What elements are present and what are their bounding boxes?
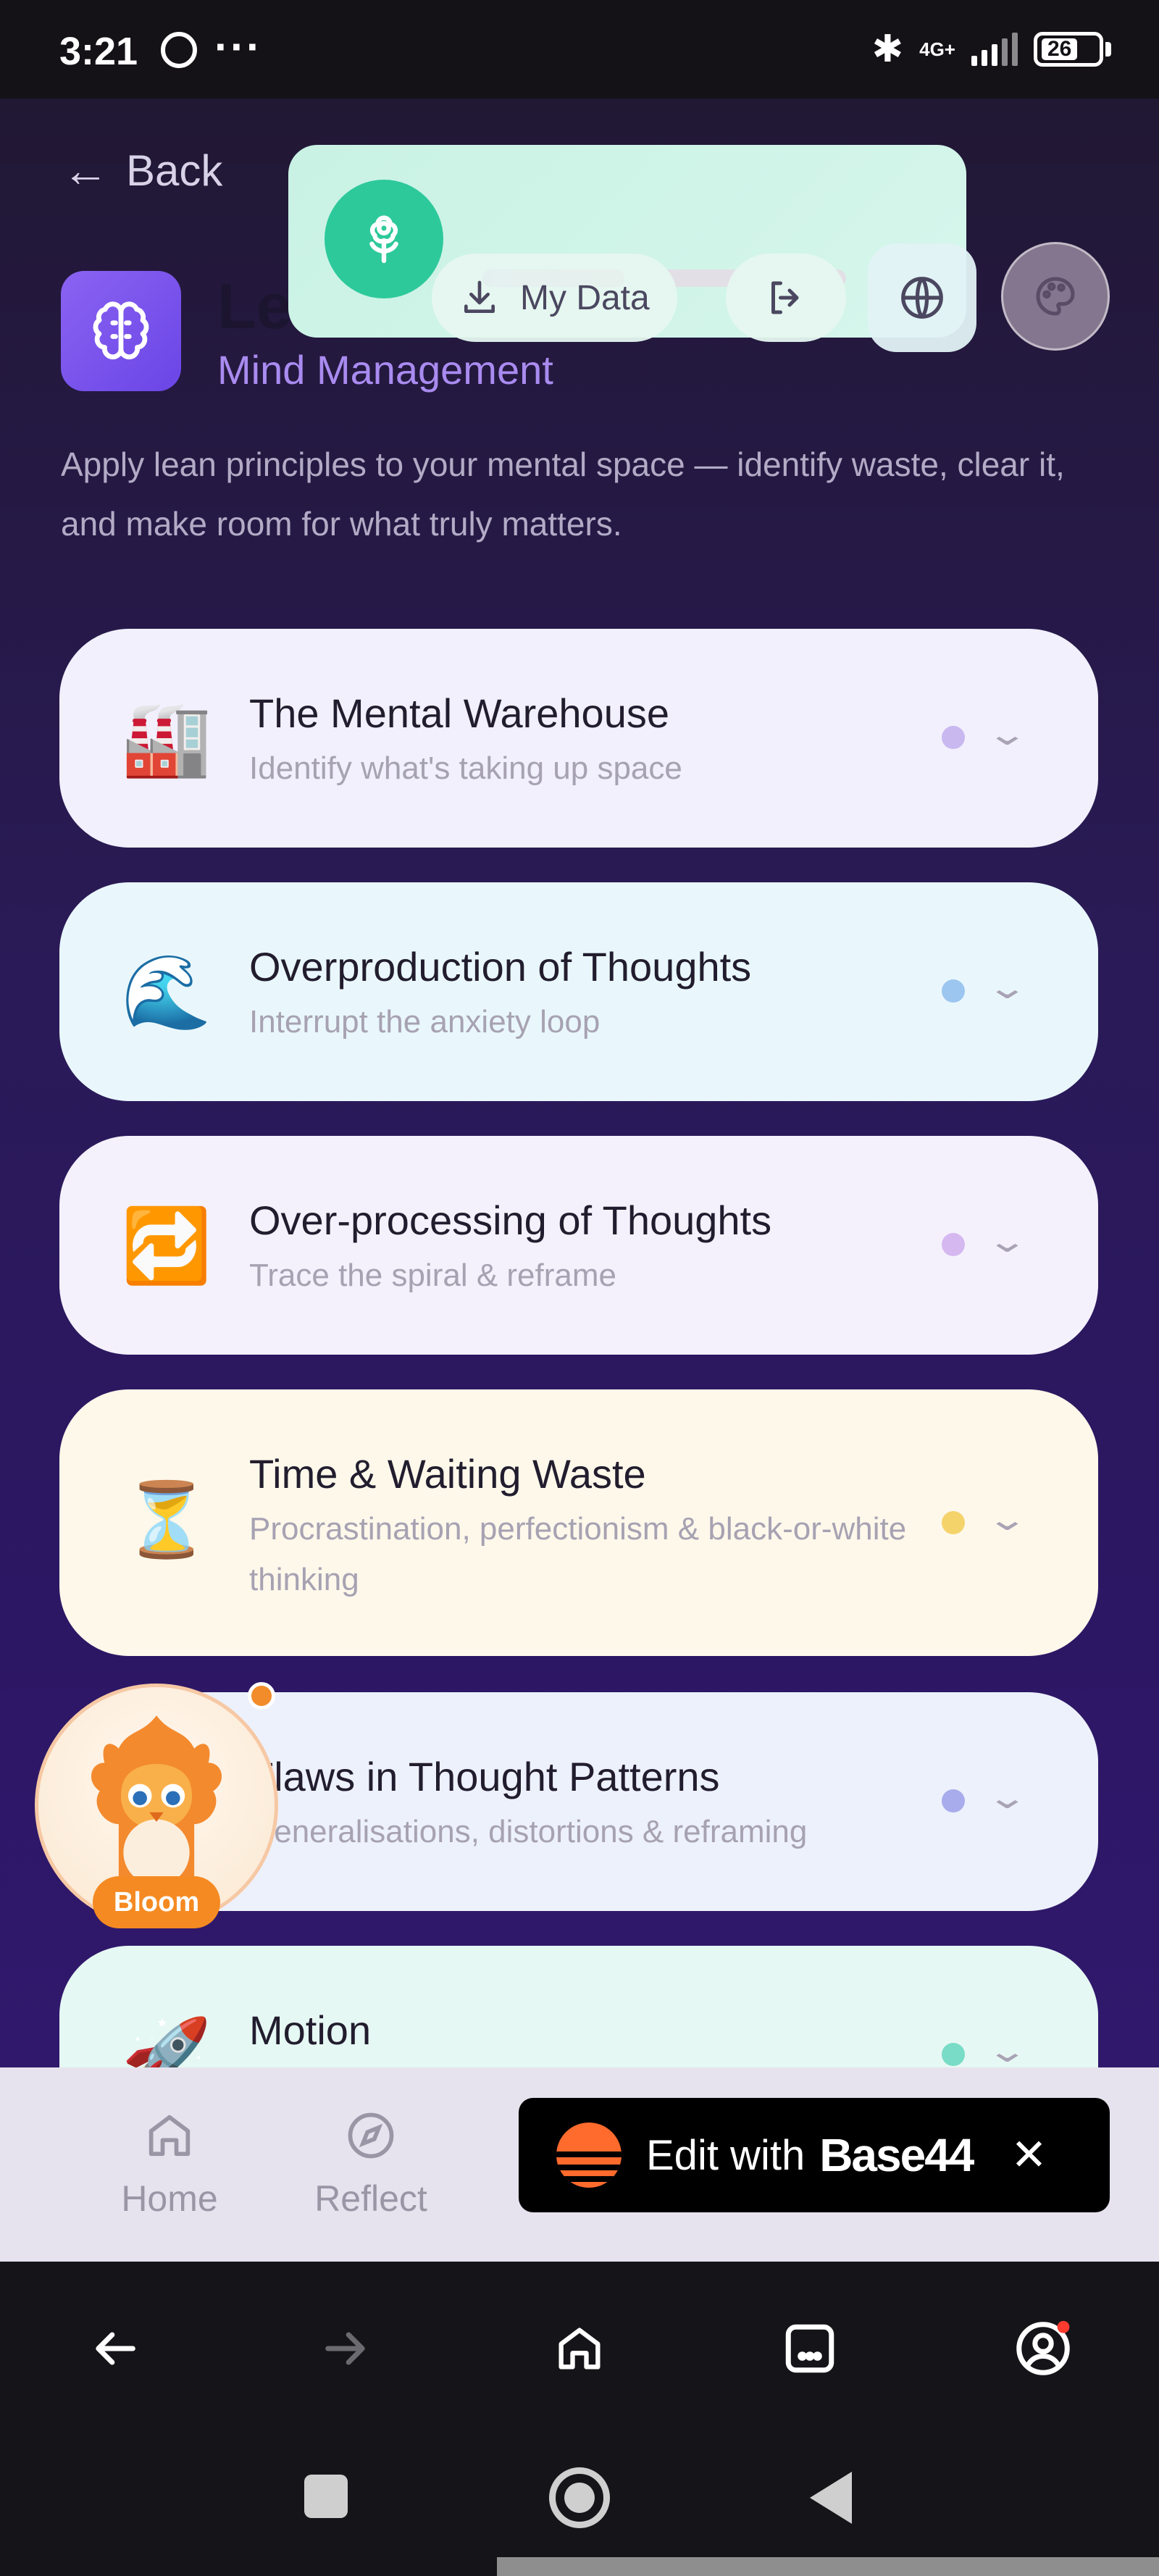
module-title: Over-processing of Thoughts: [249, 1197, 772, 1243]
whatsapp-icon: [161, 32, 197, 68]
back-arrow-icon: ←: [62, 144, 109, 196]
notification-dot: [248, 1682, 275, 1710]
mascot-label: Bloom: [93, 1876, 220, 1928]
module-title: Overproduction of Thoughts: [249, 944, 752, 990]
close-icon[interactable]: ✕: [1011, 2130, 1047, 2180]
nav-home[interactable]: Home: [90, 2108, 249, 2220]
browser-toolbar: [0, 2262, 1159, 2435]
system-back-icon[interactable]: [810, 2472, 852, 2524]
module-title: Motion: [249, 2007, 372, 2053]
chevron-down-icon[interactable]: ⌄: [986, 1223, 1029, 1260]
app-page: ← Back Le Mind Management Apply lean pri…: [0, 99, 1159, 2262]
base44-brand: Base44: [819, 2129, 974, 2181]
module-emoji-icon: 🔁: [121, 1205, 212, 1287]
back-arrow-icon[interactable]: [78, 2312, 151, 2385]
home-icon: [148, 2115, 191, 2157]
back-label: Back: [126, 146, 223, 195]
my-data-label: My Data: [520, 278, 650, 317]
module-card[interactable]: 🏭 The Mental Warehouse Identify what's tak…: [59, 629, 1098, 848]
module-status-dot: [942, 1789, 965, 1812]
module-subtitle: Procrastination, perfectionism & black-o…: [249, 1511, 907, 1597]
recents-icon[interactable]: [304, 2475, 348, 2518]
module-card[interactable]: 🌊 Overproduction of Thoughts Interrupt the…: [59, 882, 1098, 1101]
home-icon[interactable]: [543, 2312, 616, 2385]
module-status-dot: [942, 2043, 965, 2066]
chevron-down-icon[interactable]: ⌄: [986, 2033, 1029, 2070]
base44-logo-icon: [556, 2123, 622, 2188]
nav-reflect-label: Reflect: [314, 2178, 427, 2219]
chevron-down-icon[interactable]: ⌄: [986, 969, 1029, 1006]
module-status-dot: [942, 1233, 965, 1256]
page-subtitle: Mind Management: [217, 347, 553, 393]
flower-icon[interactable]: [325, 180, 443, 298]
signal-icon: [971, 33, 1018, 66]
home-indicator: [497, 2557, 1159, 2576]
brain-icon: [61, 271, 181, 391]
module-subtitle: Trace the spiral & reframe: [249, 1258, 616, 1293]
module-subtitle: Generalisations, distortions & reframing: [249, 1814, 808, 1849]
more-notifications-icon: ···: [214, 22, 262, 71]
module-status-dot: [942, 979, 965, 1003]
module-title: Time & Waiting Waste: [249, 1451, 646, 1497]
logout-icon: [771, 281, 799, 314]
chevron-down-icon[interactable]: ⌄: [986, 1779, 1029, 1816]
nav-reflect[interactable]: Reflect: [291, 2108, 451, 2220]
back-button[interactable]: ← Back: [62, 143, 222, 197]
battery-icon: 26: [1034, 32, 1111, 67]
logout-button[interactable]: [726, 254, 846, 342]
module-status-dot: [942, 1511, 965, 1534]
module-card[interactable]: 🔁 Over-processing of Thoughts Trace the sp…: [59, 1136, 1098, 1355]
status-time: 3:21: [59, 30, 138, 73]
module-subtitle: Identify what's taking up space: [249, 750, 682, 786]
module-title: Flaws in Thought Patterns: [249, 1754, 720, 1799]
theme-button[interactable]: [1001, 242, 1110, 351]
module-status-dot: [942, 726, 965, 749]
module-emoji-icon: ⏳: [121, 1479, 212, 1560]
status-bar: 3:21 ··· ✱ 4G+ 26: [0, 0, 1159, 99]
chevron-down-icon[interactable]: ⌄: [986, 1501, 1029, 1538]
tabs-icon[interactable]: [774, 2312, 846, 2385]
module-subtitle: Interrupt the anxiety loop: [249, 1004, 601, 1040]
base44-edit-label: Edit with: [646, 2131, 806, 2179]
compass-icon: [348, 2112, 394, 2159]
nav-home-label: Home: [121, 2178, 218, 2219]
profile-icon[interactable]: [1007, 2312, 1079, 2385]
network-type: 4G+: [919, 38, 955, 60]
my-data-button[interactable]: My Data: [432, 254, 677, 342]
module-title: The Mental Warehouse: [249, 690, 669, 736]
bluetooth-icon: ✱: [871, 28, 904, 70]
home-circle-icon[interactable]: [549, 2467, 610, 2528]
globe-icon: [901, 277, 943, 319]
forward-arrow-icon[interactable]: [310, 2312, 382, 2385]
chevron-down-icon[interactable]: ⌄: [986, 716, 1029, 753]
language-button[interactable]: [868, 243, 976, 352]
module-card[interactable]: ⏳ Time & Waiting Waste Procrastination, pe…: [59, 1389, 1098, 1656]
system-nav-bar: [0, 2435, 1159, 2576]
download-icon: [464, 280, 495, 313]
battery-level: 26: [1042, 38, 1078, 60]
palette-icon: [1036, 277, 1075, 316]
edit-with-base44-banner[interactable]: Edit with Base44 ✕: [519, 2098, 1110, 2212]
module-emoji-icon: 🏭: [121, 698, 212, 779]
module-emoji-icon: 🌊: [121, 951, 212, 1033]
page-description: Apply lean principles to your mental spa…: [61, 446, 1065, 543]
page-title: Le: [217, 270, 292, 342]
